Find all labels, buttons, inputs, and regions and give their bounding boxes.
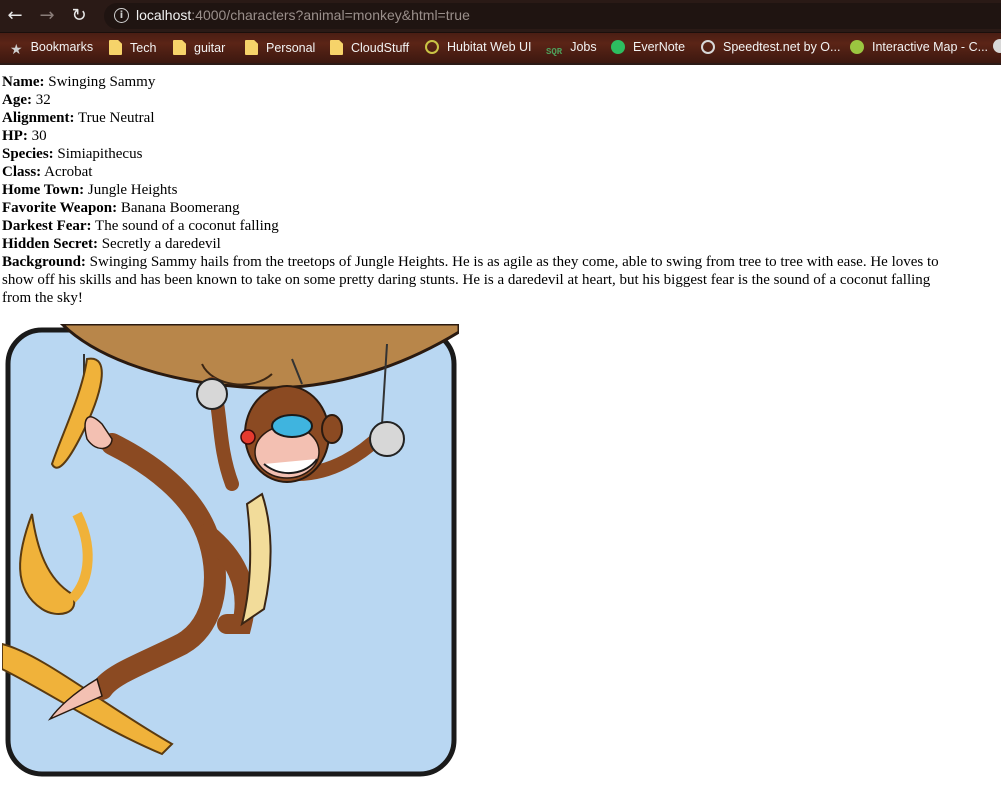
url-host: localhost: [136, 7, 192, 23]
field-label: Hidden Secret:: [2, 236, 98, 252]
bookmark-interactive-map[interactable]: Interactive Map - C...: [850, 40, 988, 56]
field-species: Species: Simiapithecus: [2, 145, 992, 163]
field-value: Banana Boomerang: [120, 200, 240, 216]
monkey-ear: [321, 414, 343, 444]
field-hometown: Home Town: Jungle Heights: [2, 181, 992, 199]
field-alignment: Alignment: True Neutral: [2, 109, 992, 127]
field-hp: HP: 30: [2, 127, 992, 145]
field-value: Secretly a daredevil: [101, 236, 221, 252]
site-info-icon[interactable]: i: [114, 8, 129, 23]
field-value: Simiapithecus: [57, 146, 143, 162]
field-weapon: Favorite Weapon: Banana Boomerang: [2, 199, 992, 217]
field-secret: Hidden Secret: Secretly a daredevil: [2, 235, 992, 253]
field-value: The sound of a coconut falling: [95, 218, 279, 234]
bookmark-bookmarks[interactable]: ★ Bookmarks: [10, 40, 94, 58]
address-bar[interactable]: i localhost:4000/characters?animal=monke…: [104, 3, 1001, 29]
monkey-hand: [196, 378, 228, 410]
back-arrow-icon[interactable]: ←: [4, 5, 26, 27]
bookmark-label: Tech: [130, 41, 157, 55]
field-label: Class:: [2, 164, 42, 180]
bookmark-evernote[interactable]: EverNote: [611, 40, 685, 56]
speedtest-icon: [701, 40, 715, 54]
reload-icon[interactable]: ↻: [68, 5, 90, 27]
field-label: Name:: [2, 74, 45, 90]
field-value: Swinging Sammy: [48, 74, 156, 90]
character-illustration: [1, 322, 461, 781]
field-name: Name: Swinging Sammy: [2, 73, 992, 91]
star-icon: ★: [10, 42, 23, 58]
url-text[interactable]: localhost:4000/characters?animal=monkey&…: [136, 7, 470, 23]
field-background: Background: Swinging Sammy hails from th…: [2, 253, 962, 307]
field-label: Alignment:: [2, 110, 75, 126]
field-label: Species:: [2, 146, 54, 162]
bookmarks-bar: ★ Bookmarks Tech guitar Personal CloudStu…: [0, 32, 1001, 63]
bookmark-tech[interactable]: Tech: [109, 40, 156, 56]
field-value: 32: [35, 92, 51, 108]
goggles: [271, 414, 313, 438]
browser-chrome: ← → ↻ i localhost:4000/characters?animal…: [0, 0, 1001, 65]
bookmark-speedtest[interactable]: Speedtest.net by O...: [701, 40, 840, 56]
hubitat-icon: [425, 40, 439, 54]
field-label: Darkest Fear:: [2, 218, 92, 234]
monkey-nose: [240, 429, 256, 445]
folder-icon: [245, 40, 258, 55]
field-value: 30: [31, 128, 47, 144]
bookmark-label: EverNote: [633, 40, 686, 54]
field-label: Age:: [2, 92, 32, 108]
evernote-icon: [611, 40, 625, 54]
bookmark-overflow-icon[interactable]: [993, 39, 1001, 53]
bookmark-label: Speedtest.net by O...: [723, 40, 841, 54]
field-fear: Darkest Fear: The sound of a coconut fal…: [2, 217, 992, 235]
bookmark-label: guitar: [194, 41, 226, 55]
bookmark-guitar[interactable]: guitar: [173, 40, 225, 56]
folder-icon: [173, 40, 186, 55]
bookmark-label: Hubitat Web UI: [447, 40, 532, 54]
field-label: Background:: [2, 254, 86, 270]
bookmark-label: CloudStuff: [351, 41, 410, 55]
field-value: Jungle Heights: [87, 182, 178, 198]
folder-icon: [330, 40, 343, 55]
sqr-icon: SQR: [546, 47, 563, 57]
bookmark-cloudstuff[interactable]: CloudStuff: [330, 40, 409, 56]
field-label: Home Town:: [2, 182, 85, 198]
bookmark-label: Bookmarks: [30, 40, 94, 54]
bookmark-hubitat[interactable]: Hubitat Web UI: [425, 40, 532, 56]
url-path: :4000/characters?animal=monkey&html=true: [191, 7, 470, 23]
field-label: Favorite Weapon:: [2, 200, 118, 216]
field-age: Age: 32: [2, 91, 992, 109]
folder-icon: [109, 40, 122, 55]
bookmark-label: Jobs: [570, 40, 597, 54]
monkey-hand: [369, 421, 405, 457]
monkey-illustration: [1, 322, 461, 777]
map-icon: [850, 40, 864, 54]
forward-arrow-icon[interactable]: →: [36, 5, 58, 27]
field-class: Class: Acrobat: [2, 163, 992, 181]
field-value: Swinging Sammy hails from the treetops o…: [2, 254, 939, 306]
field-value: Acrobat: [44, 164, 93, 180]
bookmark-label: Interactive Map - C...: [872, 40, 989, 54]
bookmark-jobs[interactable]: SQR Jobs: [546, 40, 597, 57]
bookmark-personal[interactable]: Personal: [245, 40, 315, 56]
bookmark-label: Personal: [266, 41, 316, 55]
address-row: ← → ↻ i localhost:4000/characters?animal…: [0, 0, 1001, 32]
field-label: HP:: [2, 128, 28, 144]
character-sheet: Name: Swinging Sammy Age: 32 Alignment: …: [2, 73, 992, 307]
field-value: True Neutral: [77, 110, 155, 126]
